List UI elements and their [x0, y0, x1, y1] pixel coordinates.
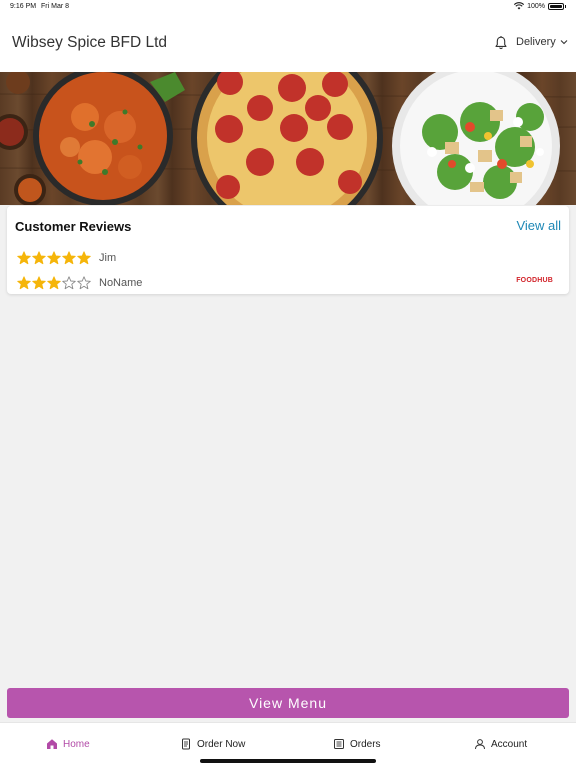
- star-filled-icon: [62, 251, 76, 265]
- foodhub-logo: FOODHUB: [516, 277, 553, 284]
- reviewer-name: NoName: [99, 277, 143, 289]
- battery-icon: [548, 2, 566, 10]
- status-bar: 9:16 PM Fri Mar 8 100%: [0, 0, 576, 14]
- order-mode-dropdown[interactable]: Delivery: [516, 36, 568, 48]
- chevron-down-icon: [560, 40, 568, 45]
- account-icon: [475, 739, 485, 750]
- review-item: NoName: [17, 275, 142, 291]
- reviews-title: Customer Reviews: [15, 219, 132, 234]
- star-filled-icon: [47, 276, 61, 290]
- hero-banner-image: [0, 72, 576, 205]
- app-screen: 9:16 PM Fri Mar 8 100% Wibsey Spice BFD …: [0, 0, 576, 768]
- app-header: Wibsey Spice BFD Ltd Delivery: [0, 14, 576, 72]
- tab-orders-label: Orders: [350, 738, 381, 750]
- view-menu-button[interactable]: View Menu: [7, 688, 569, 718]
- star-filled-icon: [17, 251, 31, 265]
- customer-reviews-card: Customer Reviews View all Jim NoName FOO…: [7, 206, 569, 294]
- star-filled-icon: [32, 276, 46, 290]
- order-mode-label: Delivery: [516, 36, 556, 48]
- notification-bell-icon[interactable]: [493, 35, 509, 51]
- star-rating: [17, 251, 91, 265]
- tab-account[interactable]: Account: [474, 738, 527, 750]
- tab-home[interactable]: Home: [46, 738, 90, 750]
- star-empty-icon: [77, 276, 91, 290]
- tab-order-now[interactable]: Order Now: [180, 738, 245, 750]
- foodhub-logo-text: FOODHUB: [516, 277, 553, 284]
- star-filled-icon: [77, 251, 91, 265]
- food-banner-illustration: [0, 72, 576, 205]
- star-rating: [17, 276, 91, 290]
- orders-list-icon: [334, 739, 344, 749]
- status-time: 9:16 PM: [10, 3, 37, 10]
- battery-percent: 100%: [527, 2, 545, 10]
- tab-home-label: Home: [63, 738, 90, 750]
- view-all-reviews-link[interactable]: View all: [516, 218, 561, 233]
- review-item: Jim: [17, 250, 116, 266]
- star-filled-icon: [47, 251, 61, 265]
- tab-account-label: Account: [491, 738, 528, 750]
- star-empty-icon: [62, 276, 76, 290]
- home-icon: [47, 739, 57, 749]
- tab-orders[interactable]: Orders: [333, 738, 381, 750]
- wifi-icon: [514, 2, 525, 10]
- status-indicators: 100%: [514, 2, 566, 10]
- star-filled-icon: [32, 251, 46, 265]
- home-indicator[interactable]: [200, 759, 376, 763]
- reviewer-name: Jim: [99, 252, 117, 264]
- star-filled-icon: [17, 276, 31, 290]
- status-date: Fri Mar 8: [41, 3, 69, 10]
- tab-order-now-label: Order Now: [197, 738, 246, 750]
- order-icon: [182, 738, 190, 750]
- restaurant-name: Wibsey Spice BFD Ltd: [12, 34, 168, 51]
